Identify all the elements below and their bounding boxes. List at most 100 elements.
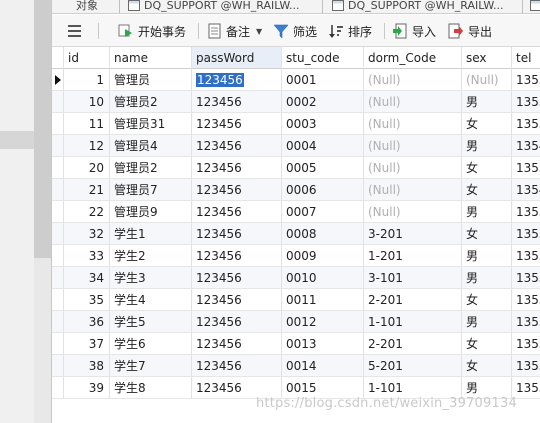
cell-stu-code[interactable]: 0013 bbox=[282, 333, 364, 355]
cell-password[interactable]: 123456 bbox=[192, 267, 282, 289]
cell-stu-code[interactable]: 0014 bbox=[282, 355, 364, 377]
cell-stu-code[interactable]: 0010 bbox=[282, 267, 364, 289]
cell-tel[interactable]: 1353 bbox=[512, 157, 540, 179]
row-indicator[interactable] bbox=[52, 91, 64, 113]
cell-id[interactable]: 21 bbox=[64, 179, 110, 201]
cell-tel[interactable]: 1353 bbox=[512, 267, 540, 289]
cell-dorm-code[interactable]: (Null) bbox=[364, 91, 462, 113]
dropdown-arrow-icon[interactable]: ▼ bbox=[256, 27, 262, 36]
cell-sex[interactable]: 男 bbox=[462, 267, 512, 289]
row-indicator[interactable] bbox=[52, 201, 64, 223]
table-row[interactable]: 38学生712345600145-201女1353 bbox=[52, 355, 540, 377]
tab-overflow[interactable] bbox=[530, 0, 540, 13]
cell-stu-code[interactable]: 0009 bbox=[282, 245, 364, 267]
cell-tel[interactable]: 1354 bbox=[512, 135, 540, 157]
row-indicator[interactable] bbox=[52, 69, 64, 91]
column-header-tel[interactable]: tel bbox=[512, 47, 540, 69]
cell-id[interactable]: 33 bbox=[64, 245, 110, 267]
cell-name[interactable]: 学生2 bbox=[110, 245, 192, 267]
cell-sex[interactable]: 男 bbox=[462, 245, 512, 267]
cell-stu-code[interactable]: 0004 bbox=[282, 135, 364, 157]
cell-name[interactable]: 学生7 bbox=[110, 355, 192, 377]
table-row[interactable]: 21管理员71234560006(Null)女1354 bbox=[52, 179, 540, 201]
cell-dorm-code[interactable]: 3-201 bbox=[364, 223, 462, 245]
cell-dorm-code[interactable]: (Null) bbox=[364, 113, 462, 135]
cell-password[interactable]: 123456 bbox=[192, 355, 282, 377]
row-indicator[interactable] bbox=[52, 377, 64, 399]
cell-tel[interactable]: 1353 bbox=[512, 223, 540, 245]
cell-password[interactable]: 123456 bbox=[192, 311, 282, 333]
cell-id[interactable]: 32 bbox=[64, 223, 110, 245]
selected-cell-value[interactable]: 123456 bbox=[196, 73, 244, 87]
cell-password[interactable]: 123456 bbox=[192, 91, 282, 113]
cell-name[interactable]: 学生1 bbox=[110, 223, 192, 245]
sort-button[interactable]: 排序 bbox=[328, 21, 372, 41]
cell-id[interactable]: 35 bbox=[64, 289, 110, 311]
cell-tel[interactable]: 1353 bbox=[512, 333, 540, 355]
note-button[interactable]: 备注 ▼ bbox=[208, 21, 262, 41]
column-header-name[interactable]: name bbox=[110, 47, 192, 69]
table-row[interactable]: 22管理员91234560007(Null)男1353 bbox=[52, 201, 540, 223]
cell-sex[interactable]: 女 bbox=[462, 113, 512, 135]
cell-name[interactable]: 管理员31 bbox=[110, 113, 192, 135]
cell-password[interactable]: 123456 bbox=[192, 289, 282, 311]
cell-id[interactable]: 39 bbox=[64, 377, 110, 399]
cell-tel[interactable]: 1353 bbox=[512, 289, 540, 311]
cell-dorm-code[interactable]: 1-201 bbox=[364, 245, 462, 267]
cell-password[interactable]: 123456 bbox=[192, 179, 282, 201]
table-row[interactable]: 33学生212345600091-201男1353 bbox=[52, 245, 540, 267]
left-scrollbar-thumb[interactable] bbox=[34, 0, 51, 258]
cell-sex[interactable]: 男 bbox=[462, 135, 512, 157]
cell-id[interactable]: 37 bbox=[64, 333, 110, 355]
row-indicator[interactable] bbox=[52, 289, 64, 311]
tab-table-2[interactable]: DQ_SUPPORT @WH_RAILW... bbox=[332, 0, 503, 13]
column-header-stu-code[interactable]: stu_code bbox=[282, 47, 364, 69]
cell-sex[interactable]: 女 bbox=[462, 355, 512, 377]
column-header-id[interactable]: id bbox=[64, 47, 110, 69]
cell-dorm-code[interactable]: (Null) bbox=[364, 157, 462, 179]
cell-stu-code[interactable]: 0012 bbox=[282, 311, 364, 333]
begin-transaction-button[interactable]: 开始事务 bbox=[118, 21, 186, 41]
cell-stu-code[interactable]: 0011 bbox=[282, 289, 364, 311]
column-header-sex[interactable]: sex bbox=[462, 47, 512, 69]
cell-password[interactable]: 123456 bbox=[192, 223, 282, 245]
cell-sex[interactable]: 男 bbox=[462, 91, 512, 113]
tab-table-1[interactable]: DQ_SUPPORT @WH_RAILW... bbox=[128, 0, 299, 13]
cell-password[interactable]: 123456 bbox=[192, 69, 282, 91]
cell-stu-code[interactable]: 0001 bbox=[282, 69, 364, 91]
cell-id[interactable]: 20 bbox=[64, 157, 110, 179]
cell-sex[interactable]: 女 bbox=[462, 333, 512, 355]
table-row[interactable]: 12管理员41234560004(Null)男1354 bbox=[52, 135, 540, 157]
cell-id[interactable]: 11 bbox=[64, 113, 110, 135]
cell-tel[interactable]: 1353 bbox=[512, 113, 540, 135]
row-indicator[interactable] bbox=[52, 311, 64, 333]
table-row[interactable]: 36学生512345600121-101男1353 bbox=[52, 311, 540, 333]
cell-stu-code[interactable]: 0005 bbox=[282, 157, 364, 179]
cell-name[interactable]: 学生4 bbox=[110, 289, 192, 311]
cell-tel[interactable]: 1353 bbox=[512, 91, 540, 113]
cell-sex[interactable]: 女 bbox=[462, 223, 512, 245]
cell-id[interactable]: 1 bbox=[64, 69, 110, 91]
cell-id[interactable]: 34 bbox=[64, 267, 110, 289]
row-indicator[interactable] bbox=[52, 223, 64, 245]
cell-sex[interactable]: 女 bbox=[462, 179, 512, 201]
row-indicator[interactable] bbox=[52, 245, 64, 267]
filter-button[interactable]: 筛选 bbox=[273, 21, 317, 41]
table-row[interactable]: 10管理员21234560002(Null)男1353 bbox=[52, 91, 540, 113]
table-row[interactable]: 35学生412345600112-201女1353 bbox=[52, 289, 540, 311]
cell-tel[interactable]: 1353 bbox=[512, 311, 540, 333]
cell-name[interactable]: 管理员2 bbox=[110, 157, 192, 179]
cell-password[interactable]: 123456 bbox=[192, 135, 282, 157]
cell-stu-code[interactable]: 0007 bbox=[282, 201, 364, 223]
cell-sex[interactable]: (Null) bbox=[462, 69, 512, 91]
column-header-dorm-code[interactable]: dorm_Code bbox=[364, 47, 462, 69]
row-indicator[interactable] bbox=[52, 355, 64, 377]
row-indicator[interactable] bbox=[52, 157, 64, 179]
row-indicator[interactable] bbox=[52, 135, 64, 157]
column-header-password[interactable]: passWord bbox=[192, 47, 282, 69]
cell-dorm-code[interactable]: 5-201 bbox=[364, 355, 462, 377]
cell-tel[interactable]: 1354 bbox=[512, 179, 540, 201]
cell-sex[interactable]: 男 bbox=[462, 311, 512, 333]
cell-tel[interactable]: 1353 bbox=[512, 201, 540, 223]
cell-sex[interactable]: 男 bbox=[462, 201, 512, 223]
